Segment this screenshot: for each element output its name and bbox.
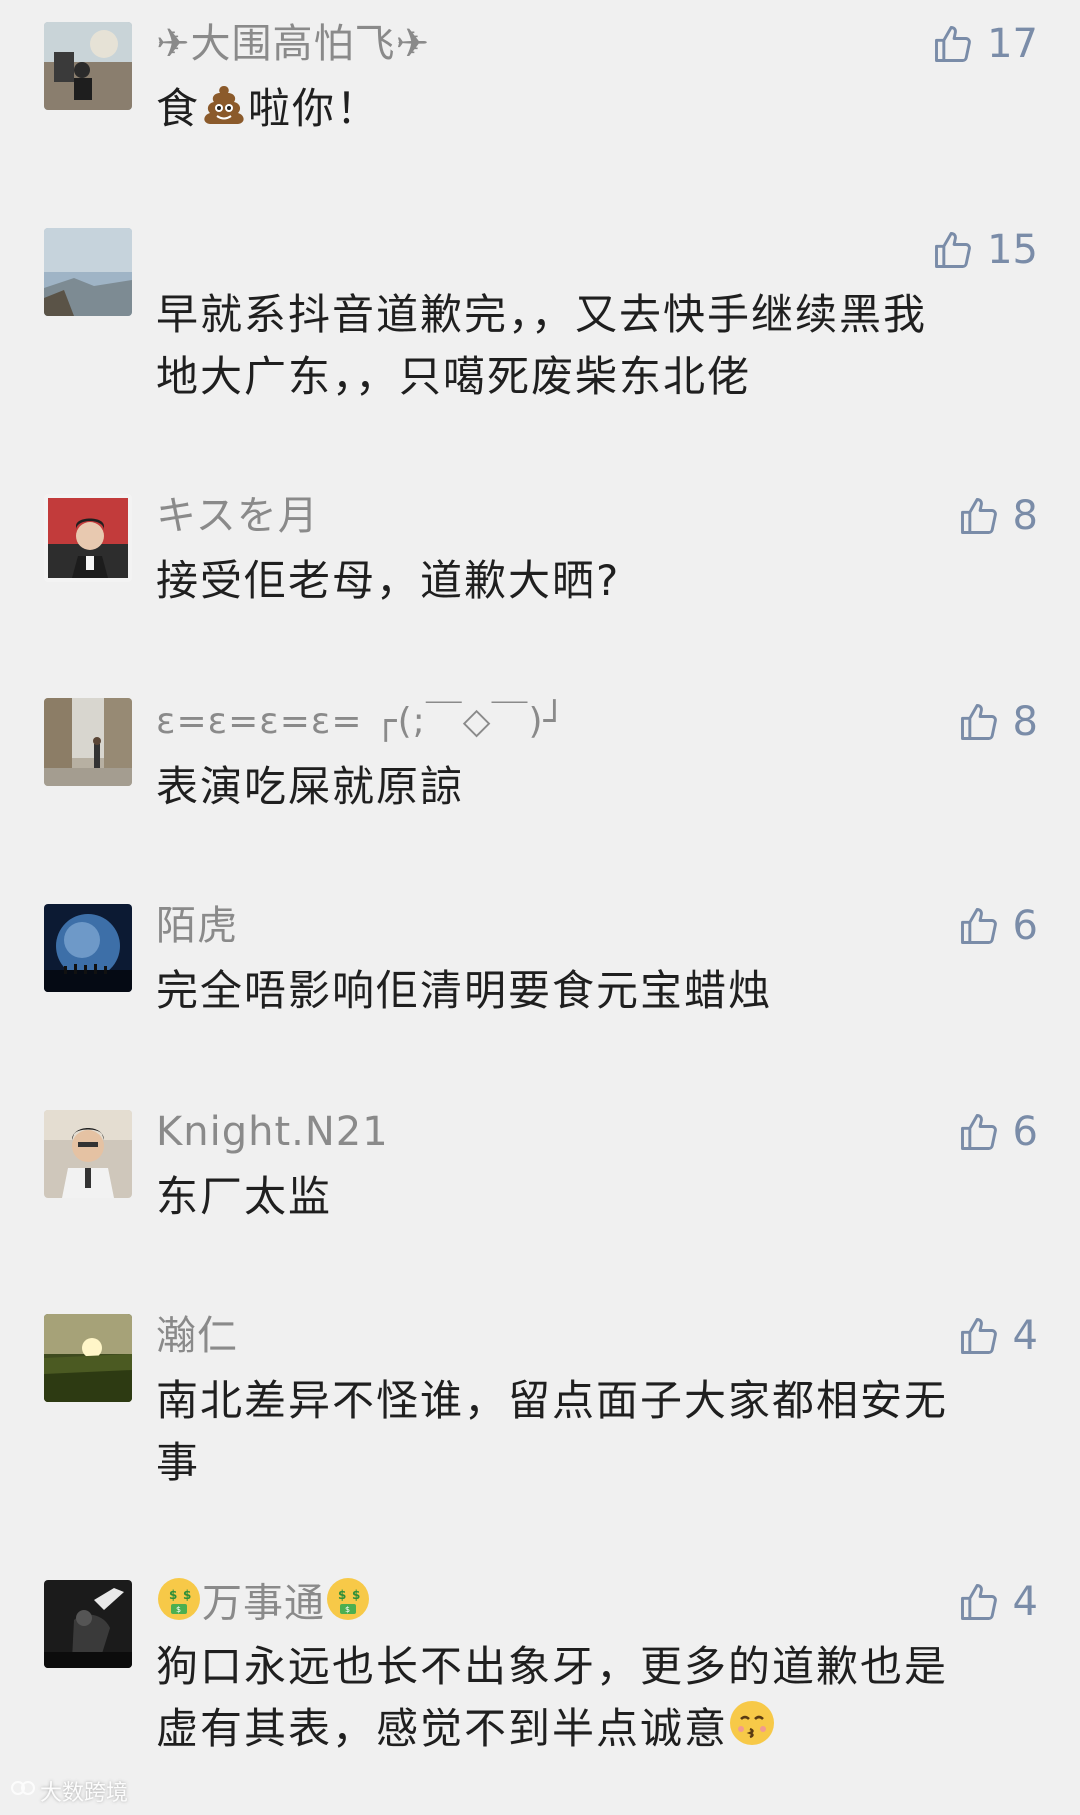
comment-text: 完全唔影响佢清明要食元宝蜡烛	[156, 966, 773, 1015]
comment-text: 狗口永远也长不出象牙，更多的道歉也是 虚有其表，感觉不到半点诚意	[156, 1636, 1016, 1764]
thumbs-up-icon	[960, 908, 997, 944]
money-mouth-emoji-icon: $ $ $	[325, 1576, 371, 1635]
comment-author[interactable]: キスを月	[156, 490, 319, 542]
thumbs-up-icon	[960, 1318, 997, 1354]
avatar[interactable]	[44, 22, 132, 110]
thumbs-up-icon	[960, 704, 997, 740]
comment-text: 早就系抖音道歉完，，又去快手继续黑我 地大广东，，只噶死废柴东北佬	[156, 290, 928, 401]
svg-text:$: $	[352, 1588, 361, 1602]
avatar[interactable]	[44, 1110, 132, 1198]
comment-text: 东厂太监	[156, 1172, 333, 1221]
svg-text:$: $	[345, 1605, 351, 1614]
thumbs-up-icon	[935, 26, 971, 62]
watermark: 大数跨境	[10, 1775, 128, 1807]
like-button[interactable]: 4	[957, 1310, 1038, 1362]
avatar[interactable]	[44, 1314, 132, 1402]
airplane-icon: ✈	[156, 21, 191, 67]
svg-text:$: $	[183, 1588, 192, 1602]
comment-text: 南北差异不怪谁，留点面子大家都相安无 事	[156, 1376, 949, 1487]
comment-author[interactable]: ✈大围高怕飞✈	[156, 18, 430, 70]
comment-author[interactable]: ε=ε=ε=ε= ┌(;￣◇￣)┘	[156, 696, 566, 748]
like-button[interactable]: 6	[957, 1106, 1038, 1158]
comment-text: 表演吃屎就原諒	[156, 762, 465, 811]
like-count: 15	[987, 227, 1038, 273]
thumbs-up-icon	[960, 498, 997, 534]
airplane-icon: ✈	[395, 21, 431, 67]
poop-emoji-icon	[200, 81, 248, 143]
comment-author[interactable]: 瀚仁	[156, 1310, 238, 1362]
avatar[interactable]	[44, 904, 132, 992]
like-count: 6	[1012, 1109, 1038, 1155]
svg-text:$: $	[169, 1588, 178, 1602]
avatar[interactable]	[44, 1580, 132, 1668]
like-button[interactable]: 6	[957, 900, 1038, 952]
avatar[interactable]	[44, 228, 132, 316]
thumbs-up-icon	[960, 1584, 997, 1620]
money-mouth-emoji-icon: $ $ $	[156, 1576, 202, 1635]
like-button[interactable]: 8	[957, 696, 1038, 748]
like-button[interactable]: 15	[931, 224, 1038, 276]
like-count: 8	[1012, 493, 1038, 539]
like-count: 4	[1012, 1313, 1038, 1359]
like-button[interactable]: 8	[957, 490, 1038, 542]
comment-author[interactable]: Knight.N21	[156, 1106, 389, 1158]
watermark-logo-icon	[10, 1778, 36, 1804]
kissing-emoji-icon	[728, 1699, 776, 1764]
like-button[interactable]: 4	[957, 1576, 1038, 1628]
like-count: 17	[987, 21, 1038, 67]
thumbs-up-icon	[935, 232, 971, 268]
avatar[interactable]	[44, 698, 132, 786]
thumbs-up-icon	[960, 1114, 997, 1150]
like-count: 6	[1012, 903, 1038, 949]
like-count: 4	[1012, 1579, 1038, 1625]
comment-author[interactable]: $ $ $ 万事通 $ $ $	[156, 1576, 371, 1635]
like-button[interactable]: 17	[931, 18, 1038, 70]
comment-text: 接受佢老母，道歉大晒?	[156, 556, 621, 605]
svg-text:$: $	[176, 1605, 182, 1614]
svg-text:$: $	[338, 1588, 347, 1602]
like-count: 8	[1012, 699, 1038, 745]
avatar[interactable]	[44, 494, 132, 582]
comment-text: 食 啦你！	[156, 78, 1016, 143]
comment-author[interactable]: 陌虎	[156, 900, 238, 952]
